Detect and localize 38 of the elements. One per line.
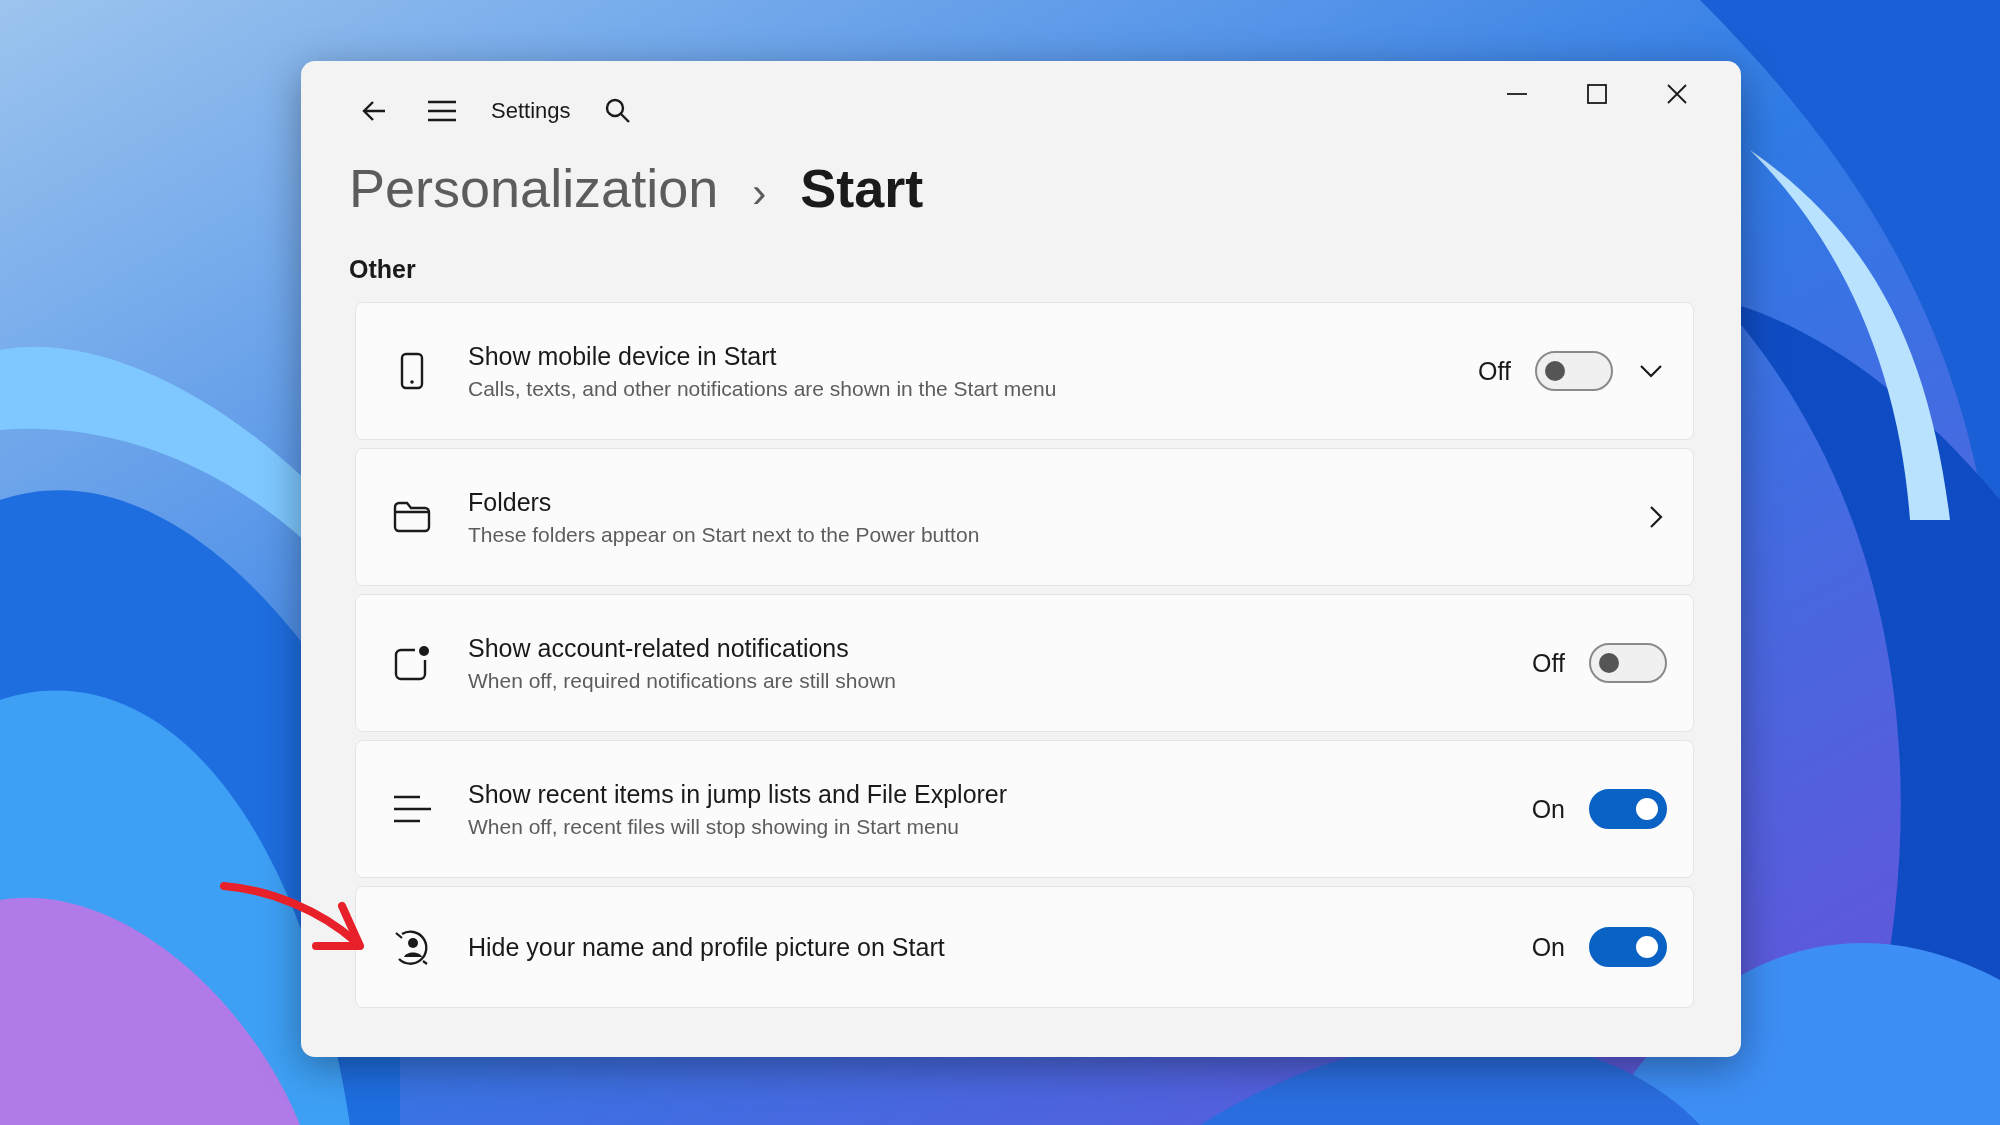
toggle-state-label: On: [1531, 794, 1565, 824]
back-arrow-icon: [361, 100, 387, 122]
setting-title: Show account-related notifications: [468, 633, 850, 663]
toggle-switch[interactable]: [1589, 927, 1667, 967]
setting-card[interactable]: Show account-related notifications When off, required notifications are still shown Off: [355, 594, 1694, 732]
setting-card[interactable]: Folders These folders appear on Start next to the Power button: [355, 448, 1694, 586]
setting-title: Show mobile device in Start: [468, 341, 778, 371]
toggle-state-label: On: [1531, 932, 1565, 962]
window-title: Settings: [491, 98, 571, 124]
chevron-right-icon: [1649, 505, 1663, 529]
section-heading: Other: [349, 255, 417, 284]
phone-icon: [400, 352, 424, 390]
toggle-switch[interactable]: [1589, 643, 1667, 683]
setting-description: When off, recent files will stop showing in Start menu: [468, 814, 960, 839]
setting-description: Calls, texts, and other notifications are shown in the Start menu: [468, 376, 1058, 401]
notification-icon: [393, 644, 431, 682]
setting-description: When off, required notifications are still shown: [468, 668, 897, 693]
maximize-icon[interactable]: [1586, 83, 1608, 105]
toggle-switch[interactable]: [1535, 351, 1613, 391]
toggle-state-label: Off: [1478, 356, 1511, 386]
menu-icon: [427, 100, 457, 122]
toggle-switch[interactable]: [1589, 789, 1667, 829]
setting-title: Folders: [468, 487, 553, 517]
setting-description: These folders appear on Start next to the Power button: [468, 522, 981, 547]
search-icon: [604, 98, 631, 124]
close-icon[interactable]: [1666, 83, 1688, 105]
setting-card[interactable]: Show mobile device in Start Calls, texts, and other notifications are shown in the Start menu Off: [355, 302, 1694, 440]
toggle-state-label: Off: [1532, 648, 1565, 678]
chevron-down-icon[interactable]: [1639, 364, 1663, 378]
lines-icon: [392, 794, 432, 824]
setting-title: Show recent items in jump lists and File Explorer: [468, 779, 1009, 809]
setting-card[interactable]: Show recent items in jump lists and File Explorer When off, recent files will stop showing in Start menu On: [355, 740, 1694, 878]
setting-title: Hide your name and profile picture on Start: [468, 932, 946, 962]
page-title: Start: [800, 157, 924, 219]
breadcrumb-separator: ›: [752, 169, 767, 217]
breadcrumb-link[interactable]: Personalization: [349, 157, 719, 219]
setting-card[interactable]: Hide your name and profile picture on Start On: [355, 886, 1694, 1008]
folder-icon: [393, 501, 431, 533]
